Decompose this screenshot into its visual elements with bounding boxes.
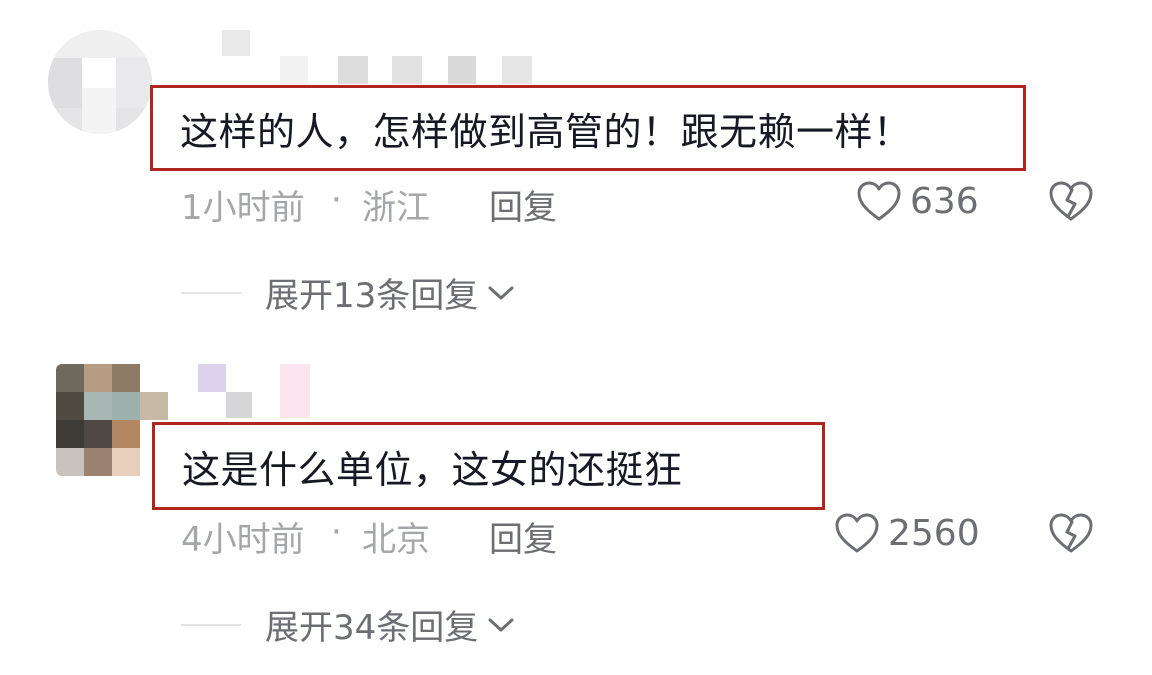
divider <box>181 291 241 294</box>
comment-item: 这样的人，怎样做到高管的！跟无赖一样！ 1小时前 · 浙江 回复 636 展开1… <box>0 0 1152 340</box>
meta-separator: · <box>331 180 342 220</box>
expand-replies-button[interactable]: 展开13条回复 <box>181 268 516 317</box>
heart-outline-icon <box>857 181 901 221</box>
expand-replies-label: 展开34条回复 <box>265 608 479 648</box>
comment-location: 浙江 <box>362 188 430 228</box>
avatar[interactable] <box>48 30 152 134</box>
chevron-down-icon <box>488 286 514 299</box>
like-button[interactable]: 2560 <box>834 512 980 554</box>
reply-button[interactable]: 回复 <box>489 512 557 561</box>
expand-replies-button[interactable]: 展开34条回复 <box>181 600 516 649</box>
username[interactable] <box>160 30 540 84</box>
comment-time: 4小时前 <box>181 520 305 560</box>
comment-text: 这样的人，怎样做到高管的！跟无赖一样！ <box>180 109 912 154</box>
username[interactable] <box>168 364 368 418</box>
broken-heart-icon <box>1049 513 1093 553</box>
comment-highlight-box: 这是什么单位，这女的还挺狂 <box>152 422 825 510</box>
dislike-button[interactable] <box>1048 512 1094 558</box>
comment-highlight-box: 这样的人，怎样做到高管的！跟无赖一样！ <box>150 85 1026 171</box>
meta-separator: · <box>331 512 342 552</box>
comment-time: 1小时前 <box>181 188 305 228</box>
comment-location: 北京 <box>362 520 430 560</box>
divider <box>181 623 241 626</box>
comment-item: 这是什么单位，这女的还挺狂 4小时前 · 北京 回复 2560 展开34条回复 <box>0 340 1152 675</box>
like-count: 636 <box>910 180 979 222</box>
like-button[interactable]: 636 <box>856 180 979 222</box>
heart-outline-icon <box>835 513 879 553</box>
expand-replies-label: 展开13条回复 <box>265 276 479 316</box>
chevron-down-icon <box>488 618 514 631</box>
reply-button[interactable]: 回复 <box>489 180 557 229</box>
dislike-button[interactable] <box>1048 180 1094 226</box>
like-count: 2560 <box>888 512 980 554</box>
broken-heart-icon <box>1049 181 1093 221</box>
comment-text: 这是什么单位，这女的还挺狂 <box>182 447 683 492</box>
